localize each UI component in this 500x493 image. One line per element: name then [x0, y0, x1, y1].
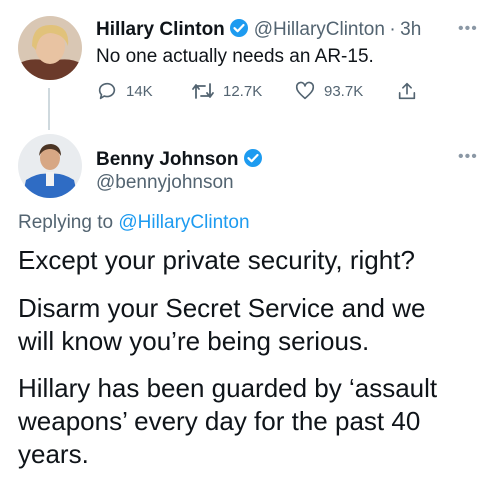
reply-button[interactable]: 14K — [96, 80, 153, 102]
hillary-avatar[interactable] — [18, 16, 82, 80]
reply-paragraph-2: Disarm your Secret Service and we will k… — [18, 293, 426, 356]
time-separator: · — [389, 19, 396, 40]
like-button[interactable]: 93.7K — [294, 80, 363, 102]
hillary-avatar-image — [18, 16, 82, 80]
more-icon[interactable]: ••• — [458, 148, 478, 166]
author-name[interactable]: Hillary Clinton — [96, 19, 225, 40]
reply-author-name[interactable]: Benny Johnson — [96, 149, 239, 170]
reply-author-handle[interactable]: @bennyjohnson — [96, 172, 234, 194]
retweet-icon — [192, 83, 214, 99]
reply-paragraph-1: Except your private security, right? — [18, 245, 415, 275]
more-icon[interactable]: ••• — [458, 20, 478, 38]
replying-to-label: Replying to — [18, 212, 114, 233]
retweet-button[interactable]: 12.7K — [191, 80, 262, 102]
replying-to-link[interactable]: @HillaryClinton — [118, 212, 249, 233]
share-icon — [398, 82, 416, 100]
like-count: 93.7K — [324, 82, 364, 100]
reply-count: 14K — [126, 82, 153, 100]
reply-paragraph-3: Hillary has been guarded by ‘assault wea… — [18, 373, 438, 469]
share-button[interactable] — [396, 80, 426, 102]
benny-avatar-image — [18, 134, 82, 198]
verified-badge-icon — [243, 148, 263, 168]
original-header: Hillary Clinton @HillaryClinton · 3h — [96, 18, 421, 41]
tweet-time[interactable]: 3h — [400, 19, 421, 40]
replying-to-line: Replying to @HillaryClinton — [18, 212, 250, 234]
retweet-count: 12.7K — [223, 82, 263, 100]
original-text: No one actually needs an AR-15. — [96, 46, 374, 67]
reply-header-name: Benny Johnson — [96, 148, 263, 171]
like-icon — [295, 81, 315, 100]
author-handle[interactable]: @HillaryClinton — [254, 19, 385, 40]
original-actions: 14K 12.7K 93.7K — [96, 80, 426, 106]
verified-badge-icon — [229, 18, 249, 38]
reply-icon — [98, 82, 116, 100]
thread-line — [48, 88, 50, 130]
benny-avatar[interactable] — [18, 134, 82, 198]
